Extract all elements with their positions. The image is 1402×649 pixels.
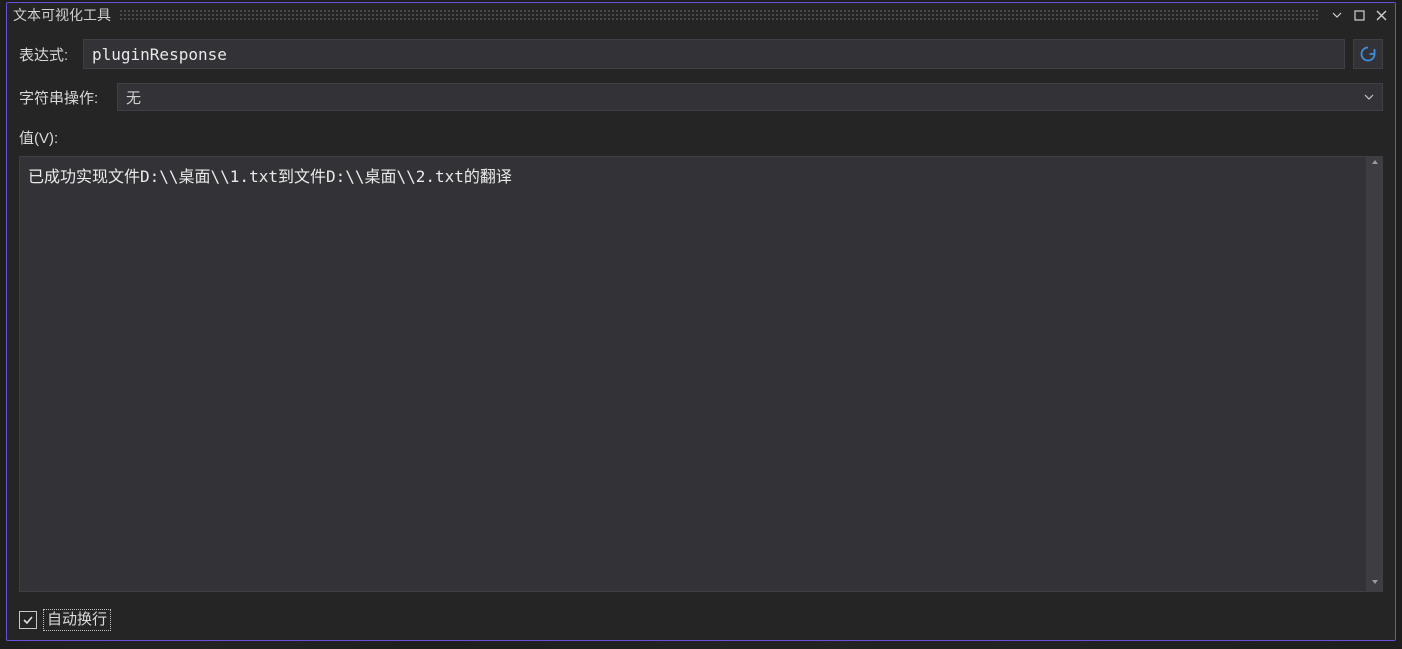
text-visualizer-window: 文本可视化工具 表达式: 字符串操作: [6,2,1396,641]
value-textarea[interactable]: 已成功实现文件D:\\桌面\\1.txt到文件D:\\桌面\\2.txt的翻译 [19,156,1367,592]
titlebar-grip[interactable] [119,9,1319,21]
window-buttons [1327,5,1395,25]
check-icon [22,614,34,626]
value-area: 已成功实现文件D:\\桌面\\1.txt到文件D:\\桌面\\2.txt的翻译 [19,156,1383,592]
expression-row: 表达式: [19,39,1383,69]
wrap-checkbox[interactable] [19,611,37,629]
wrap-label[interactable]: 自动换行 [43,609,111,631]
value-label: 值(V): [19,127,89,148]
close-button[interactable] [1371,5,1391,25]
footer: 自动换行 [7,604,1395,640]
string-ops-label: 字符串操作: [19,87,109,108]
refresh-button[interactable] [1353,39,1383,69]
expression-input[interactable] [83,39,1345,69]
vertical-scrollbar[interactable] [1367,156,1383,592]
window-body: 表达式: 字符串操作: 无 值(V): 已成功实现文件D:\\桌面\\1. [7,27,1395,604]
string-ops-row: 字符串操作: 无 [19,83,1383,111]
dropdown-icon[interactable] [1327,5,1347,25]
string-ops-value: 无 [126,87,1364,108]
value-label-row: 值(V): [19,127,1383,148]
expression-label: 表达式: [19,44,75,65]
scroll-up-icon[interactable] [1371,158,1379,170]
maximize-button[interactable] [1349,5,1369,25]
chevron-down-icon [1364,89,1374,105]
window-title: 文本可视化工具 [13,5,111,25]
string-ops-select[interactable]: 无 [117,83,1383,111]
scroll-down-icon[interactable] [1371,578,1379,590]
refresh-icon [1359,45,1377,63]
titlebar[interactable]: 文本可视化工具 [7,3,1395,27]
